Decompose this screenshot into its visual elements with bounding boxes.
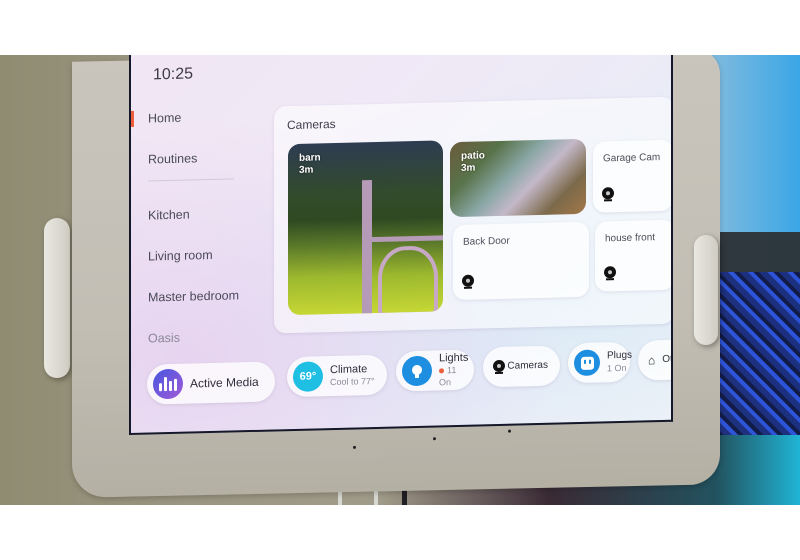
- sidebar-nav: Home Routines Kitchen Living room Master…: [131, 108, 261, 372]
- cameras-label: Cameras: [507, 359, 548, 372]
- camera-tile-barn[interactable]: barn 3m: [288, 140, 443, 316]
- cameras-button[interactable]: Cameras: [483, 345, 560, 388]
- mic-hole: [433, 437, 436, 441]
- equalizer-icon: [153, 368, 183, 400]
- clock: 10:25: [153, 65, 194, 84]
- status-dot-icon: [439, 368, 444, 374]
- camera-tile-house-front[interactable]: house front: [595, 219, 673, 292]
- sidebar-item-routines[interactable]: Routines: [131, 149, 261, 193]
- lights-button[interactable]: Lights 11 On: [396, 349, 474, 392]
- camera-name: Garage Cam: [603, 152, 661, 165]
- camera-tile-patio[interactable]: patio 3m: [450, 138, 586, 218]
- camera-name: patio: [461, 150, 485, 162]
- lights-label: Lights: [439, 351, 469, 365]
- camera-icon: [493, 359, 505, 374]
- other-devices-button[interactable]: ⌂ Ot: [638, 339, 673, 381]
- camera-name: Back Door: [463, 235, 510, 248]
- climate-label: Climate: [330, 363, 368, 377]
- plugs-button[interactable]: Plugs 1 On: [568, 341, 633, 384]
- other-label: Ot: [662, 353, 673, 365]
- camera-name: barn: [299, 152, 321, 164]
- device-screen: 10:25 Home Routines Kitchen Living room …: [129, 55, 673, 435]
- mic-hole: [508, 429, 511, 433]
- plugs-status: 1 On: [607, 362, 627, 374]
- camera-tile-garage-cam[interactable]: Garage Cam: [593, 139, 673, 213]
- sidebar-item-master-bedroom[interactable]: Master bedroom: [131, 287, 261, 331]
- cameras-panel: Cameras barn 3m patio 3m Garage Cam Back…: [274, 96, 673, 334]
- camera-name: house front: [605, 232, 656, 245]
- cameras-title: Cameras: [287, 116, 336, 133]
- climate-setpoint: Cool to 77°: [330, 375, 375, 388]
- plugs-label: Plugs: [607, 349, 633, 362]
- temperature-badge: 69°: [293, 361, 323, 392]
- right-mount-handle: [694, 235, 718, 345]
- camera-icon: [462, 274, 474, 290]
- plug-icon: [574, 349, 600, 377]
- camera-icon: [604, 266, 616, 281]
- sidebar-item-home[interactable]: Home: [131, 108, 261, 152]
- photo-background: 10:25 Home Routines Kitchen Living room …: [0, 55, 800, 505]
- camera-icon: [602, 187, 614, 202]
- camera-tile-back-door[interactable]: Back Door: [453, 221, 589, 301]
- climate-button[interactable]: 69° Climate Cool to 77°: [287, 354, 387, 398]
- active-media-label: Active Media: [190, 374, 259, 391]
- sidebar-item-living-room[interactable]: Living room: [131, 246, 261, 290]
- house-icon: ⌂: [648, 353, 656, 368]
- active-media-button[interactable]: Active Media: [147, 361, 275, 405]
- left-mount-handle: [44, 218, 70, 378]
- camera-age: 3m: [461, 162, 476, 174]
- sidebar-item-kitchen[interactable]: Kitchen: [131, 205, 261, 249]
- lightbulb-icon: [402, 355, 432, 387]
- mic-hole: [353, 445, 356, 449]
- camera-age: 3m: [299, 164, 314, 176]
